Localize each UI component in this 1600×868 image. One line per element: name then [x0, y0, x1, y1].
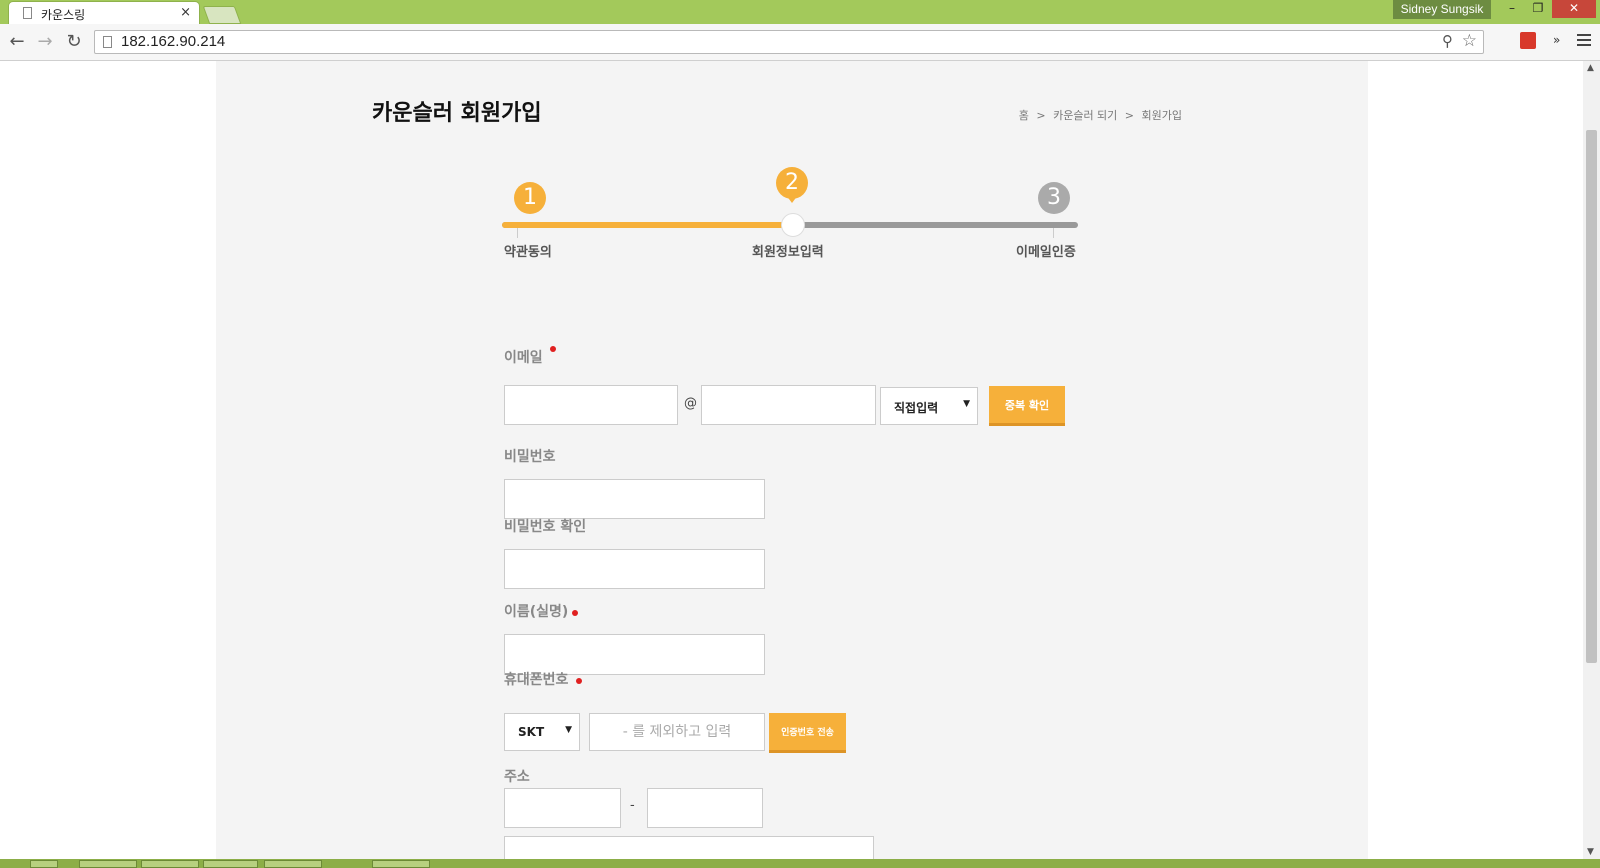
email-domain-select[interactable]: 직접입력 ▼	[880, 387, 978, 425]
browser-toolbar: ← → ↻ 182.162.90.214 ⚲ ☆	[0, 24, 1600, 61]
required-dot	[576, 678, 582, 684]
email-label: 이메일	[504, 350, 543, 366]
forward-arrow-icon[interactable]: →	[35, 32, 55, 52]
url-text[interactable]: 182.162.90.214	[121, 33, 225, 50]
step-1-badge: 1	[514, 182, 546, 214]
back-arrow-icon[interactable]: ←	[7, 32, 27, 52]
scrollbar-thumb[interactable]	[1586, 130, 1597, 663]
required-dot	[550, 346, 556, 352]
taskbar-item[interactable]	[141, 860, 199, 868]
page-title: 카운슬러 회원가입	[372, 101, 542, 126]
password-input[interactable]	[504, 479, 765, 519]
address-bar[interactable]: 182.162.90.214 ⚲ ☆	[94, 30, 1484, 54]
taskbar-item[interactable]	[79, 860, 137, 868]
zipcode-dash: -	[630, 798, 635, 813]
step-tick	[1053, 228, 1054, 238]
dropdown-arrow-icon: ▼	[963, 399, 970, 409]
progress-knob	[781, 213, 805, 237]
step-2-badge: 2	[776, 167, 808, 203]
page-viewport: 카운슬러 회원가입 홈 > 카운슬러 되기 > 회원가입 1 2 3 약관동의 …	[0, 61, 1583, 859]
window-close-button[interactable]: ✕	[1552, 0, 1596, 18]
password-confirm-label: 비밀번호 확인	[504, 519, 587, 535]
step-3-badge: 3	[1038, 182, 1070, 214]
taskbar-item[interactable]	[372, 860, 430, 868]
address-input[interactable]	[504, 836, 874, 859]
page-icon	[23, 7, 32, 19]
send-verification-code-button[interactable]: 인증번호 전송	[769, 713, 846, 753]
address-label: 주소	[504, 769, 530, 785]
taskbar-item[interactable]	[203, 860, 258, 868]
scroll-down-arrow-icon[interactable]: ▼	[1587, 847, 1594, 857]
extension-icon[interactable]	[1520, 32, 1536, 49]
step-2-label: 회원정보입력	[752, 245, 824, 260]
breadcrumb-separator: >	[1124, 109, 1135, 122]
maximize-button[interactable]: ❐	[1525, 0, 1551, 18]
page-scrollbar[interactable]: ▲ ▼	[1583, 61, 1600, 859]
reload-icon[interactable]: ↻	[64, 32, 84, 52]
zoom-icon[interactable]: ⚲	[1442, 32, 1453, 50]
email-local-input[interactable]	[504, 385, 678, 425]
browser-tab-bar: 카운스링 × Sidney Sungsik – ❐ ✕	[0, 0, 1600, 24]
minimize-button[interactable]: –	[1499, 0, 1525, 18]
zipcode-second-input[interactable]	[647, 788, 763, 828]
email-at-sign: @	[684, 396, 697, 411]
phone-number-input[interactable]	[589, 713, 765, 751]
breadcrumb-signup[interactable]: 회원가입	[1142, 109, 1182, 122]
carrier-select[interactable]: SKT ▼	[504, 713, 580, 751]
breadcrumb-separator: >	[1036, 109, 1046, 122]
zipcode-first-input[interactable]	[504, 788, 621, 828]
step-tick	[517, 228, 518, 238]
progress-fill	[502, 222, 790, 228]
bookmark-star-icon[interactable]: ☆	[1462, 31, 1477, 51]
carrier-select-value: SKT	[518, 725, 545, 739]
breadcrumb-counselor[interactable]: 카운슬러 되기	[1053, 109, 1117, 122]
email-duplicate-check-button[interactable]: 중복 확인	[989, 386, 1065, 426]
scroll-up-arrow-icon[interactable]: ▲	[1587, 63, 1594, 73]
profile-button[interactable]: Sidney Sungsik	[1393, 0, 1491, 19]
step-3-label: 이메일인증	[1016, 245, 1076, 260]
email-domain-input[interactable]	[701, 385, 876, 425]
password-label: 비밀번호	[504, 449, 556, 465]
breadcrumb: 홈 > 카운슬러 되기 > 회원가입	[1017, 107, 1184, 123]
dropdown-arrow-icon: ▼	[565, 725, 572, 735]
step-1-label: 약관동의	[504, 245, 552, 260]
breadcrumb-home[interactable]: 홈	[1019, 109, 1029, 122]
name-label: 이름(실명)	[504, 604, 569, 620]
email-domain-select-value: 직접입력	[894, 401, 939, 415]
tab-close-icon[interactable]: ×	[180, 5, 191, 20]
menu-icon[interactable]	[1577, 34, 1591, 49]
password-confirm-input[interactable]	[504, 549, 765, 589]
content-area: 카운슬러 회원가입 홈 > 카운슬러 되기 > 회원가입 1 2 3 약관동의 …	[216, 61, 1368, 859]
phone-label: 휴대폰번호	[504, 672, 569, 688]
new-tab-button[interactable]	[202, 6, 242, 24]
tab-title: 카운스링	[41, 8, 86, 22]
browser-tab[interactable]: 카운스링 ×	[8, 1, 200, 24]
taskbar-item[interactable]	[264, 860, 322, 868]
extensions-overflow-icon[interactable]: »	[1553, 33, 1560, 47]
os-taskbar	[0, 859, 1600, 868]
page-icon	[103, 36, 112, 48]
taskbar-item[interactable]	[30, 860, 58, 868]
required-dot	[572, 610, 578, 616]
